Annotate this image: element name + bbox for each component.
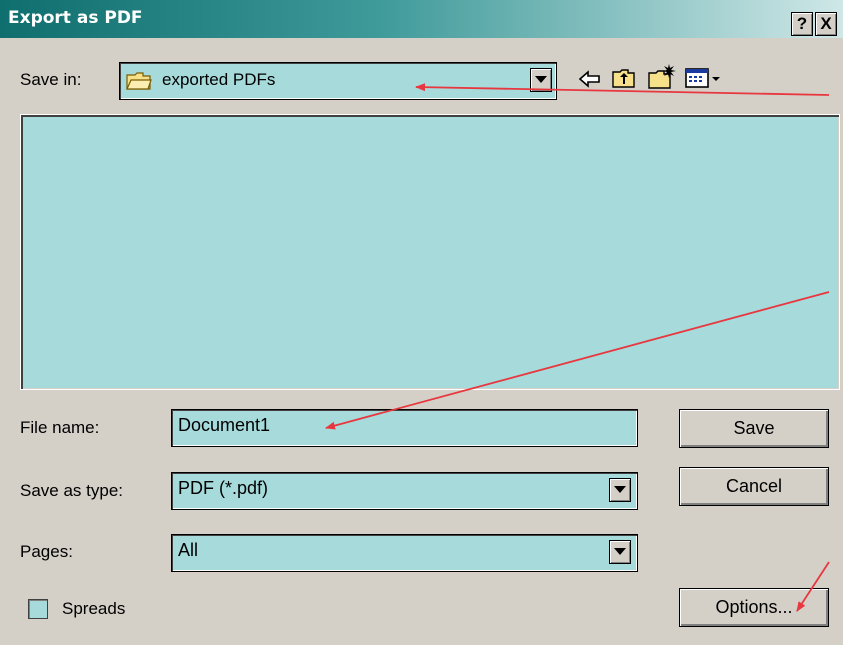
- save-in-value: exported PDFs: [162, 70, 276, 89]
- pages-value: All: [178, 540, 199, 560]
- spreads-checkbox[interactable]: [28, 599, 48, 619]
- file-list[interactable]: [20, 114, 840, 390]
- folder-icon: [126, 71, 152, 96]
- save-as-type-dropdown-button[interactable]: [609, 478, 631, 502]
- new-folder-icon[interactable]: [648, 62, 678, 95]
- save-in-dropdown-button[interactable]: [530, 68, 552, 92]
- pages-dropdown-button[interactable]: [609, 540, 631, 564]
- export-pdf-dialog: Export as PDF ? X Save in: exported PDFs: [0, 0, 843, 645]
- spreads-label: Spreads: [62, 599, 126, 618]
- back-icon[interactable]: [578, 70, 601, 93]
- help-button[interactable]: ?: [791, 12, 813, 36]
- save-in-dropdown[interactable]: exported PDFs: [119, 62, 557, 100]
- close-button[interactable]: X: [815, 12, 837, 36]
- up-folder-icon[interactable]: [612, 67, 636, 94]
- save-as-type-dropdown[interactable]: PDF (*.pdf): [171, 472, 638, 510]
- cancel-button[interactable]: Cancel: [679, 467, 829, 506]
- save-as-type-value: PDF (*.pdf): [178, 478, 269, 498]
- pages-dropdown[interactable]: All: [171, 534, 638, 572]
- pages-label: Pages:: [20, 542, 73, 561]
- file-name-input[interactable]: Document1: [171, 409, 638, 447]
- save-button[interactable]: Save: [679, 409, 829, 448]
- chevron-down-icon: [535, 76, 547, 83]
- chevron-down-icon: [614, 486, 626, 493]
- file-name-value: Document1: [178, 415, 271, 435]
- save-in-label: Save in:: [20, 70, 82, 89]
- chevron-down-icon: [614, 548, 626, 555]
- view-menu-icon[interactable]: [685, 68, 723, 93]
- save-as-type-label: Save as type:: [20, 481, 124, 500]
- file-name-label: File name:: [20, 418, 100, 437]
- options-button[interactable]: Options...: [679, 588, 829, 627]
- window-title: Export as PDF: [8, 8, 143, 28]
- title-bar: Export as PDF ? X: [0, 0, 843, 38]
